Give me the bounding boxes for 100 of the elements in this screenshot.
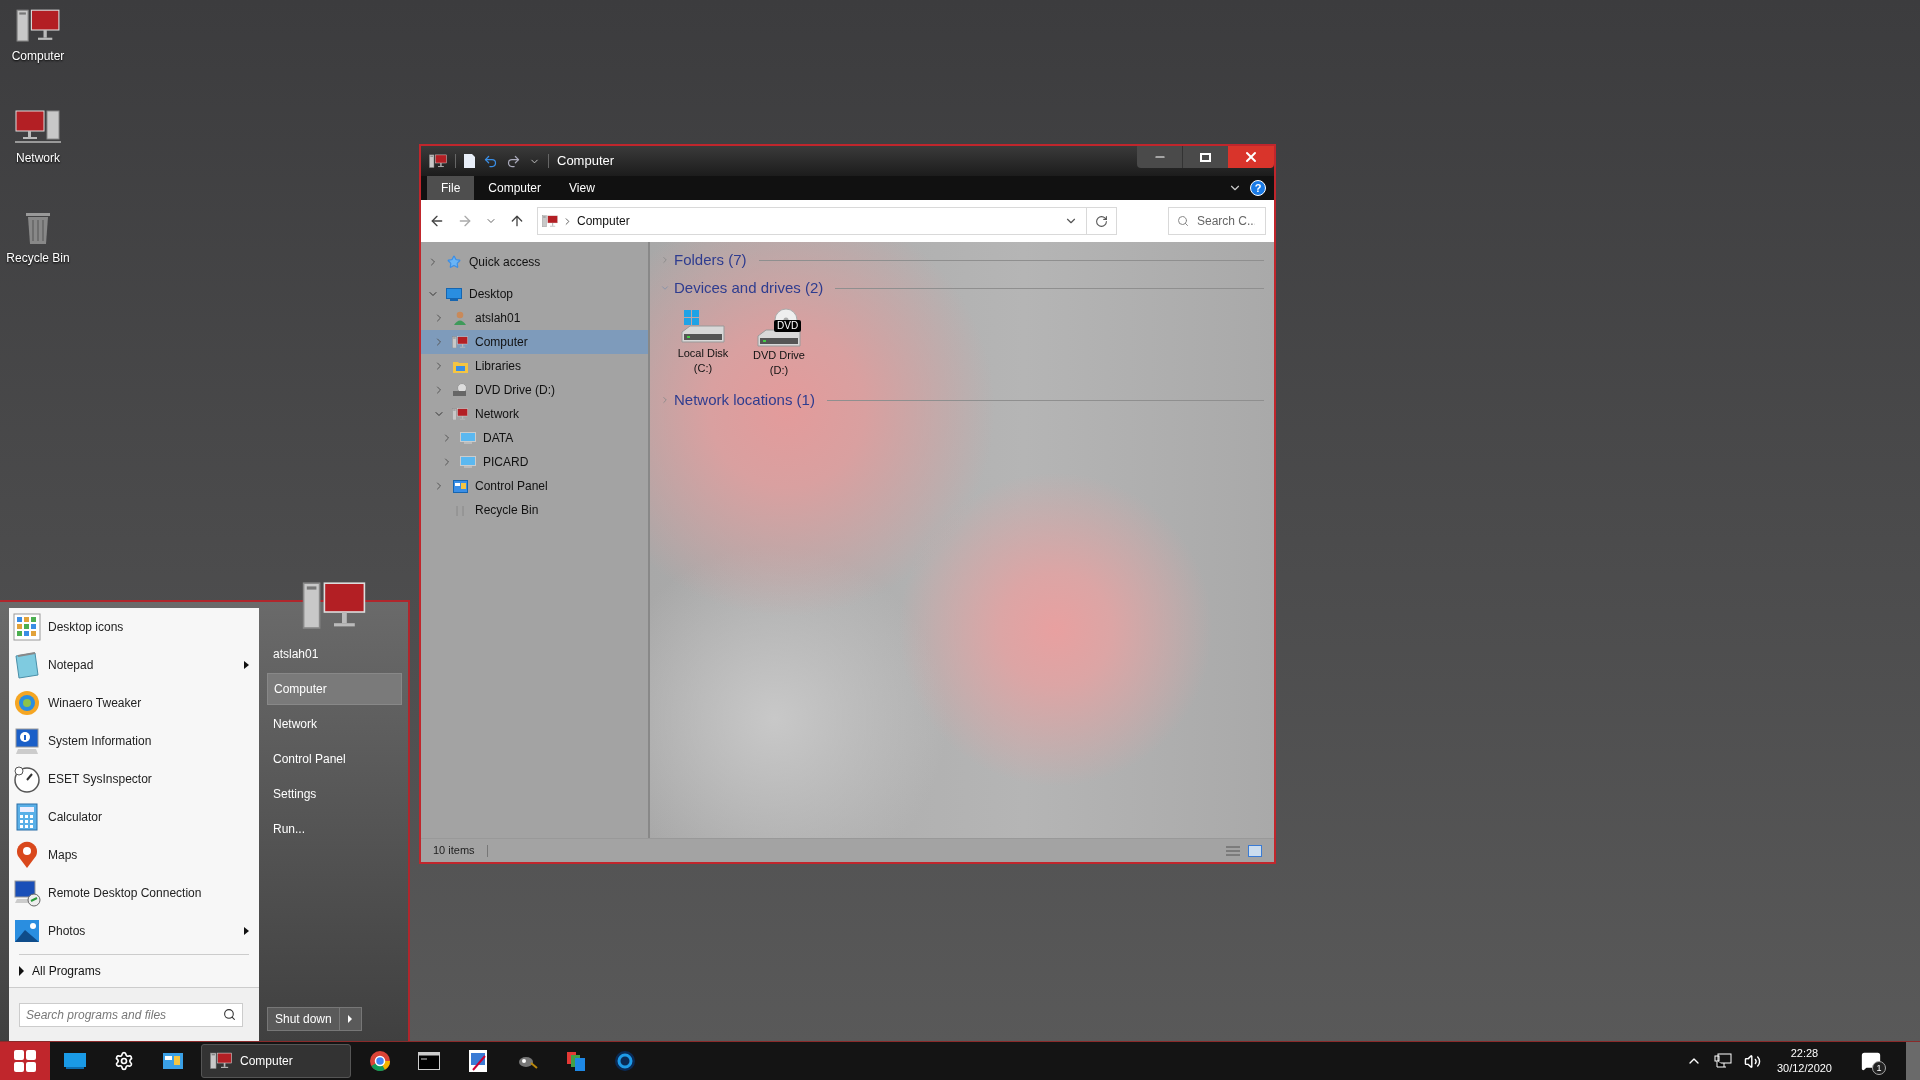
computer-icon	[452, 335, 468, 349]
window-title: Computer	[557, 152, 615, 171]
ring-icon	[613, 1050, 636, 1072]
program-item[interactable]: Notepad	[9, 646, 259, 684]
program-item[interactable]: System Information	[9, 722, 259, 760]
place-item[interactable]: Settings	[267, 778, 402, 810]
program-item[interactable]: Photos	[9, 912, 259, 950]
place-item[interactable]: Network	[267, 708, 402, 740]
search-box[interactable]: Search C...	[1168, 207, 1266, 235]
hard-disk-icon	[680, 308, 726, 346]
all-programs-link[interactable]: All Programs	[9, 955, 259, 987]
monitor-icon	[63, 1053, 86, 1069]
desktop-shortcut[interactable]: Network	[0, 109, 76, 168]
refresh-icon[interactable]	[1095, 214, 1108, 228]
maximize-button[interactable]	[1182, 146, 1228, 168]
remote-monitor-icon	[13, 879, 41, 907]
program-item[interactable]: ESET SysInspector	[9, 760, 259, 798]
monitor-icon	[460, 455, 476, 469]
address-path: Computer	[577, 213, 630, 230]
nav-tree-item[interactable]: PICARD	[421, 450, 648, 474]
calculator-icon	[13, 803, 41, 831]
shutdown-button[interactable]: Shut down	[267, 1007, 340, 1031]
address-bar[interactable]: Computer	[537, 207, 1117, 235]
shutdown-options-button[interactable]	[339, 1007, 362, 1031]
place-item[interactable]: Run...	[267, 813, 402, 845]
undo-icon[interactable]	[483, 153, 498, 169]
search-input[interactable]: Search C...	[1197, 212, 1255, 230]
computer-icon	[542, 214, 558, 228]
redo-icon[interactable]	[506, 153, 521, 169]
back-icon[interactable]	[429, 213, 445, 229]
search-icon	[223, 1008, 236, 1021]
settings-icon	[113, 1051, 134, 1071]
gauge-icon	[13, 765, 41, 793]
group-heading[interactable]: Network locations (1)	[674, 388, 815, 412]
nav-tree-item[interactable]: DATA	[421, 426, 648, 450]
windows-icon	[14, 1050, 36, 1072]
group-heading[interactable]: Folders (7)	[674, 248, 747, 272]
nav-tree-item[interactable]: Desktop	[421, 282, 648, 306]
up-icon[interactable]	[509, 213, 525, 229]
notepad-icon	[13, 651, 41, 679]
notification-count: 1	[1872, 1061, 1886, 1075]
close-button[interactable]	[1228, 146, 1274, 168]
network-icon	[14, 109, 62, 146]
star-icon	[447, 255, 461, 269]
drive-item[interactable]: Local Disk (C:)	[674, 308, 732, 378]
monitor-icon	[460, 431, 476, 445]
trash-icon	[24, 211, 52, 246]
clock[interactable]: 22:28 30/12/2020	[1772, 1046, 1836, 1076]
place-item[interactable]: Computer	[267, 673, 402, 705]
network-icon[interactable]	[1713, 1053, 1732, 1069]
grid-icon	[13, 613, 41, 641]
nav-tree-item[interactable]: atslah01	[421, 306, 648, 330]
program-item[interactable]: Maps	[9, 836, 259, 874]
control-panel-icon	[452, 479, 468, 493]
help-icon[interactable]: ?	[1250, 180, 1266, 196]
nav-tree-item[interactable]: Computer	[421, 330, 648, 354]
taskbar-window-button[interactable]: Computer	[201, 1044, 351, 1078]
chrome-icon	[368, 1050, 391, 1072]
tiles-view-icon[interactable]	[1248, 844, 1262, 857]
ribbon-tab[interactable]: View	[555, 176, 609, 200]
close-icon	[1243, 149, 1259, 165]
ribbon-tab[interactable]: Computer	[474, 176, 556, 200]
computer-icon	[452, 407, 468, 421]
landscape-icon	[13, 917, 41, 945]
nav-tree-item[interactable]: DVD Drive (D:)	[421, 378, 648, 402]
place-item[interactable]: atslah01	[267, 638, 402, 670]
place-item[interactable]: Control Panel	[267, 743, 402, 775]
colored-windows-icon	[564, 1050, 587, 1072]
program-item[interactable]: Calculator	[9, 798, 259, 836]
control-panel-icon	[162, 1053, 183, 1069]
user-icon	[453, 311, 467, 325]
computer-icon	[16, 8, 60, 44]
nav-tree-item[interactable]: Network	[421, 402, 648, 426]
program-item[interactable]: Desktop icons	[9, 608, 259, 646]
nav-tree-item[interactable]: Libraries	[421, 354, 648, 378]
swirl-icon	[13, 689, 41, 717]
disc-drive-icon	[452, 383, 468, 397]
dvd-label: DVD	[774, 320, 802, 332]
nav-tree-item[interactable]: Recycle Bin	[421, 498, 648, 522]
program-item[interactable]: Remote Desktop Connection	[9, 874, 259, 912]
computer-icon	[429, 153, 447, 169]
start-button[interactable]	[0, 1041, 50, 1080]
paint-icon	[468, 1050, 487, 1072]
search-icon	[1177, 215, 1189, 227]
computer-icon	[210, 1052, 232, 1070]
search-box[interactable]: Search programs and files	[19, 1002, 243, 1027]
nav-tree-item[interactable]: Control Panel	[421, 474, 648, 498]
terminal-icon	[417, 1052, 440, 1070]
drive-item[interactable]: DVD DVD Drive (D:)	[750, 308, 808, 378]
desktop-shortcut[interactable]: Computer	[0, 8, 76, 66]
program-item[interactable]: Winaero Tweaker	[9, 684, 259, 722]
volume-icon[interactable]	[1743, 1052, 1761, 1070]
desktop-shortcut[interactable]: Recycle Bin	[0, 211, 76, 268]
group-heading[interactable]: Devices and drives (2)	[674, 276, 824, 300]
maximize-icon	[1200, 152, 1211, 162]
ribbon-tab[interactable]: File	[427, 176, 475, 200]
monitor-icon	[446, 287, 462, 301]
nav-tree-item[interactable]: Quick access	[421, 250, 648, 274]
status-text: 10 items	[433, 843, 475, 859]
info-monitor-icon	[13, 727, 41, 755]
